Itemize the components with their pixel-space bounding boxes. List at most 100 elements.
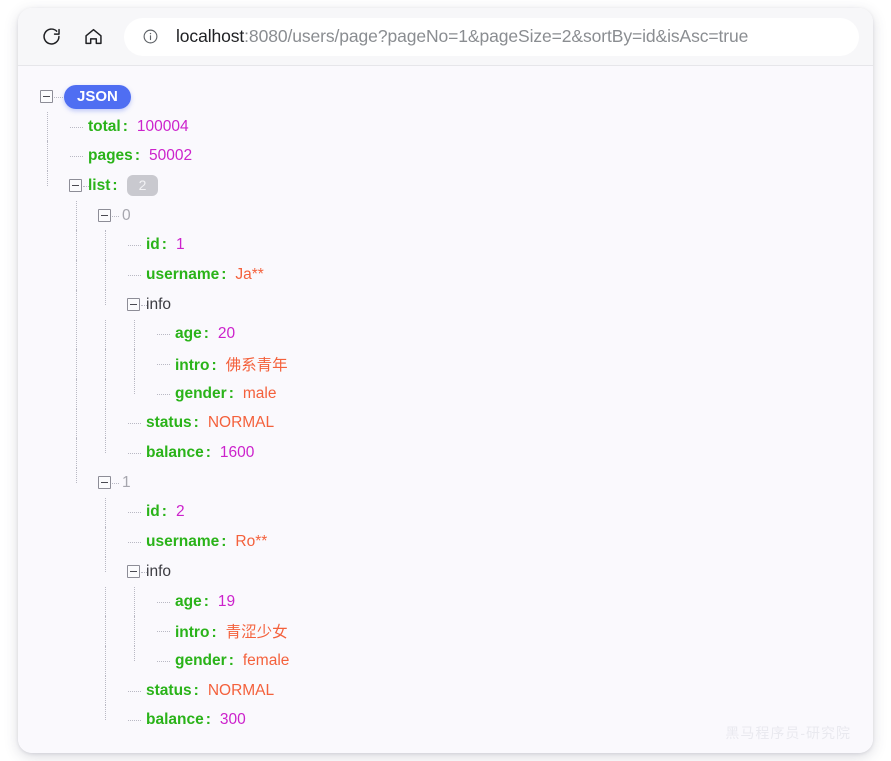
site-info-icon[interactable] xyxy=(140,27,160,47)
address-bar-url[interactable]: localhost:8080/users/page?pageNo=1&pageS… xyxy=(176,26,748,47)
node-info: info xyxy=(146,563,171,581)
guide-level-3 xyxy=(105,260,106,290)
json-row-status: status : NORMAL xyxy=(40,409,873,439)
json-row-pages: pages : 50002 xyxy=(40,141,873,171)
colon-username: : xyxy=(221,533,226,551)
guide-level-3 xyxy=(105,527,106,557)
item-1-expander-toggle[interactable] xyxy=(98,476,111,489)
guide-level-2 xyxy=(76,468,77,483)
elbow-gender xyxy=(157,394,170,395)
json-root-row: JSON xyxy=(40,82,873,112)
colon-list: : xyxy=(112,177,117,195)
browser-window: localhost:8080/users/page?pageNo=1&pageS… xyxy=(18,8,873,753)
guide-level-3 xyxy=(105,498,106,528)
elbow-age xyxy=(157,602,170,603)
guide-level-3 xyxy=(105,320,106,350)
guide-level-3 xyxy=(105,230,106,260)
elbow-pages xyxy=(70,156,83,157)
key-list: list xyxy=(88,177,110,195)
value-pages: 50002 xyxy=(149,147,192,165)
elbow-item-1 xyxy=(112,483,119,484)
json-row-info: info xyxy=(40,557,873,587)
value-gender: male xyxy=(243,385,277,403)
guide-level-2 xyxy=(76,290,77,320)
colon-age: : xyxy=(204,593,209,611)
value-balance: 300 xyxy=(220,711,246,729)
json-row-item-index: 0 xyxy=(40,201,873,231)
colon-intro: : xyxy=(211,357,216,375)
key-id: id xyxy=(146,236,160,254)
value-id: 2 xyxy=(176,503,185,521)
elbow-balance xyxy=(128,453,141,454)
value-balance: 1600 xyxy=(220,444,254,462)
list-expander-toggle[interactable] xyxy=(69,179,82,192)
home-icon[interactable] xyxy=(76,20,110,54)
guide-level-2 xyxy=(76,379,77,409)
json-row-id: id : 1 xyxy=(40,230,873,260)
json-row-gender: gender : male xyxy=(40,379,873,409)
guide-level-3 xyxy=(105,616,106,646)
url-path: :8080/users/page?pageNo=1&pageSize=2&sor… xyxy=(244,26,748,46)
url-host: localhost xyxy=(176,26,244,46)
elbow-info xyxy=(141,572,147,573)
colon-balance: : xyxy=(206,711,211,729)
item-0-expander-toggle[interactable] xyxy=(98,209,111,222)
array-index-0: 0 xyxy=(122,207,131,225)
colon-pages: : xyxy=(135,147,140,165)
root-expander-toggle[interactable] xyxy=(40,90,53,103)
value-status: NORMAL xyxy=(208,682,274,700)
guide-level-2 xyxy=(76,349,77,379)
colon-total: : xyxy=(123,118,128,136)
colon-intro: : xyxy=(211,624,216,642)
value-age: 19 xyxy=(218,593,235,611)
json-row-age: age : 20 xyxy=(40,320,873,350)
guide-level-4 xyxy=(134,320,135,350)
key-pages: pages xyxy=(88,147,133,165)
list-count-badge: 2 xyxy=(127,175,159,196)
key-intro: intro xyxy=(175,357,209,375)
json-row-intro: intro : 青涩少女 xyxy=(40,616,873,646)
guide-level-2 xyxy=(76,409,77,439)
elbow-intro xyxy=(157,631,170,632)
value-status: NORMAL xyxy=(208,414,274,432)
watermark: 黑马程序员-研究院 xyxy=(725,723,851,743)
value-username: Ro** xyxy=(235,533,267,551)
guide-level-3 xyxy=(105,557,106,572)
key-age: age xyxy=(175,325,202,343)
elbow-item-0 xyxy=(112,216,119,217)
browser-toolbar: localhost:8080/users/page?pageNo=1&pageS… xyxy=(18,8,873,66)
colon-age: : xyxy=(204,325,209,343)
elbow-id xyxy=(128,512,141,513)
colon-gender: : xyxy=(229,652,234,670)
value-intro: 佛系青年 xyxy=(226,353,288,375)
guide-level-3 xyxy=(105,646,106,676)
json-row-status: status : NORMAL xyxy=(40,676,873,706)
value-intro: 青涩少女 xyxy=(226,620,288,642)
colon-id: : xyxy=(162,503,167,521)
info-0-expander-toggle[interactable] xyxy=(127,298,140,311)
guide-level-3 xyxy=(105,379,106,409)
reload-icon[interactable] xyxy=(34,20,68,54)
guide-level-3 xyxy=(105,349,106,379)
json-row-username: username : Ja** xyxy=(40,260,873,290)
guide-level-4 xyxy=(134,349,135,379)
node-info: info xyxy=(146,296,171,314)
info-1-expander-toggle[interactable] xyxy=(127,565,140,578)
guide-level-1 xyxy=(47,141,48,171)
value-id: 1 xyxy=(176,236,185,254)
guide-level-4 xyxy=(134,646,135,661)
json-row-gender: gender : female xyxy=(40,646,873,676)
key-status: status xyxy=(146,682,192,700)
address-bar[interactable]: localhost:8080/users/page?pageNo=1&pageS… xyxy=(124,18,859,56)
value-username: Ja** xyxy=(235,266,263,284)
elbow-age xyxy=(157,334,170,335)
elbow-list xyxy=(83,186,89,187)
json-row-id: id : 2 xyxy=(40,498,873,528)
colon-username: : xyxy=(221,266,226,284)
key-gender: gender xyxy=(175,385,227,403)
guide-level-3 xyxy=(105,438,106,453)
guide-level-3 xyxy=(105,409,106,439)
key-balance: balance xyxy=(146,444,204,462)
elbow-id xyxy=(128,245,141,246)
guide-level-4 xyxy=(134,587,135,617)
